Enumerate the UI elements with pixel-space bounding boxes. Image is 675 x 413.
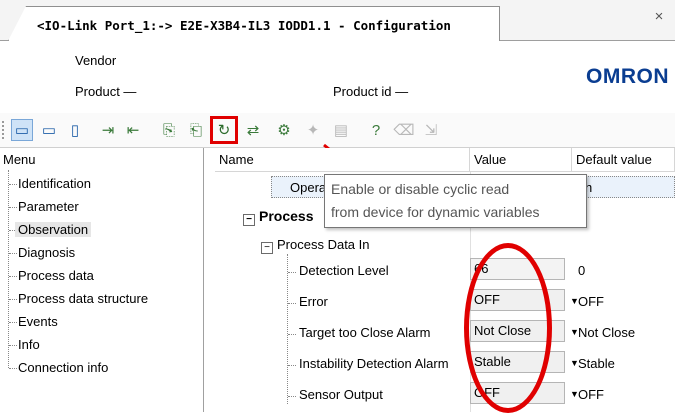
default-value: Not Close xyxy=(578,325,636,340)
menu-item-info[interactable]: Info xyxy=(18,337,40,352)
grid-tree-branch xyxy=(288,303,296,304)
menu-tree-branch xyxy=(9,184,17,185)
menu-tree-branch xyxy=(9,368,17,369)
param-name: Error xyxy=(299,294,328,309)
menu-item-identification[interactable]: Identification xyxy=(18,176,91,191)
annotation-ellipse xyxy=(464,243,552,413)
menu-tree-branch xyxy=(9,253,17,254)
tooltip-line-1: Enable or disable cyclic read xyxy=(331,181,510,197)
grid-tree-line xyxy=(287,254,288,404)
menu-tree-branch xyxy=(9,299,17,300)
collapse-icon[interactable]: − xyxy=(261,242,273,254)
menu-panel: Menu Identification Parameter Observation D… xyxy=(0,148,204,412)
menu-item-observation[interactable]: Observation xyxy=(15,222,92,237)
column-header-name[interactable]: Name xyxy=(215,148,470,172)
param-name: Target too Close Alarm xyxy=(299,325,431,340)
menu-title: Menu xyxy=(3,152,36,167)
menu-item-events[interactable]: Events xyxy=(18,314,58,329)
menu-tree-branch xyxy=(9,207,17,208)
process-data-in-row[interactable]: − Process Data In xyxy=(261,237,370,254)
collapse-icon[interactable]: − xyxy=(243,214,255,226)
param-name: Sensor Output xyxy=(299,387,383,402)
menu-tree-branch xyxy=(9,345,17,346)
menu-tree-line xyxy=(8,170,9,368)
grid-tree-branch xyxy=(288,334,296,335)
param-name: Instability Detection Alarm xyxy=(299,356,449,371)
menu-item-diagnosis[interactable]: Diagnosis xyxy=(18,245,75,260)
menu-item-process-data[interactable]: Process data xyxy=(18,268,94,283)
menu-tree-branch xyxy=(9,322,17,323)
default-value: OFF xyxy=(578,294,604,309)
grid-tree-branch xyxy=(288,396,296,397)
column-header-value[interactable]: Value xyxy=(470,148,572,172)
menu-item-connection-info[interactable]: Connection info xyxy=(18,360,108,375)
tooltip-line-2: from device for dynamic variables xyxy=(331,204,540,220)
process-group-row[interactable]: − Process xyxy=(243,208,313,226)
menu-tree-branch xyxy=(9,276,17,277)
default-value: OFF xyxy=(578,387,604,402)
default-value: 0 xyxy=(578,263,586,278)
param-name: Detection Level xyxy=(299,263,389,278)
grid-tree-branch xyxy=(288,272,296,273)
cyclic-read-tooltip: Enable or disable cyclic read from devic… xyxy=(324,174,587,228)
column-header-default[interactable]: Default value xyxy=(572,148,675,172)
default-value: Stable xyxy=(578,356,615,371)
menu-item-parameter[interactable]: Parameter xyxy=(18,199,79,214)
grid-tree-branch xyxy=(288,365,296,366)
menu-item-process-data-structure[interactable]: Process data structure xyxy=(18,291,148,306)
